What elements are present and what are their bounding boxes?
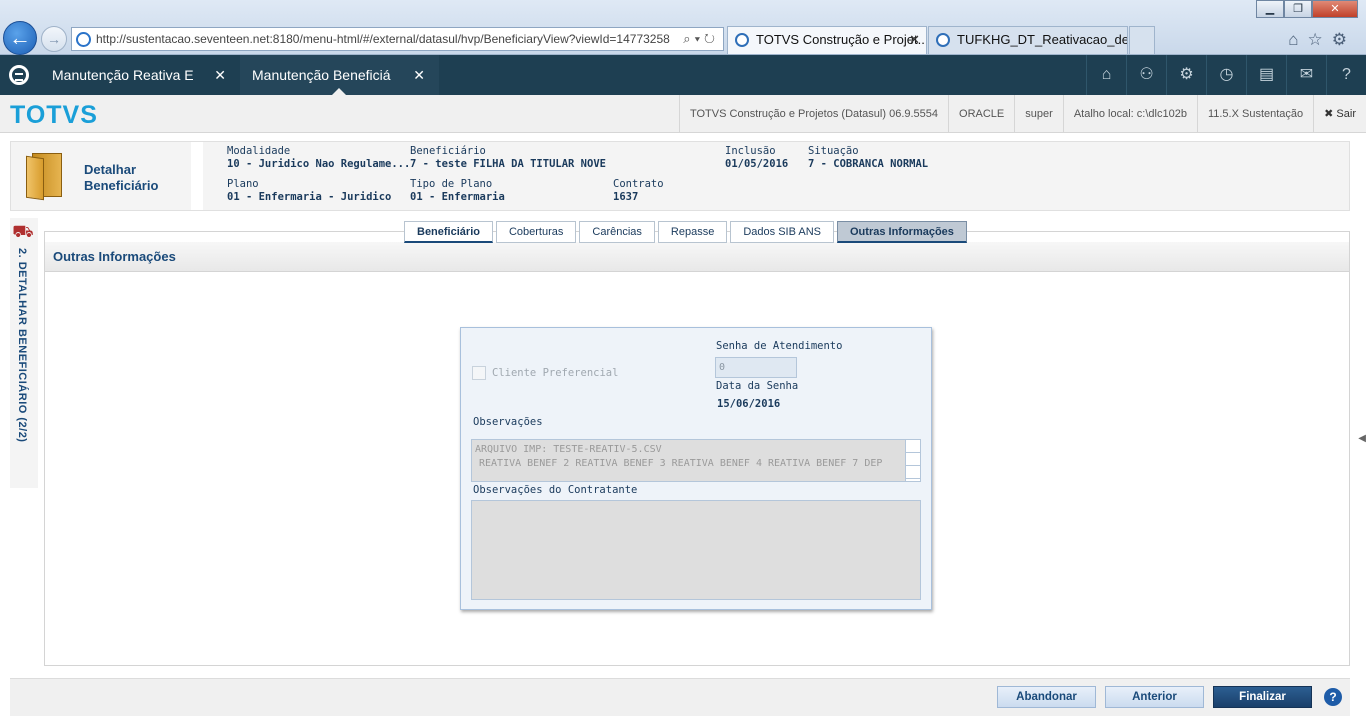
forward-button[interactable]: → — [41, 26, 67, 52]
expand-right-icon[interactable]: ◀ — [1358, 433, 1366, 444]
help-icon[interactable]: ? — [1326, 55, 1366, 95]
app-topbar: Manutenção Reativa E ✕ Manutenção Benefi… — [0, 55, 1366, 95]
browser-tab-label: TUFKHG_DT_Reativacao_de_C... — [957, 32, 1127, 47]
cliente-preferencial-checkbox[interactable] — [472, 366, 486, 380]
header-divider — [191, 142, 203, 210]
senha-label: Senha de Atendimento — [716, 340, 843, 352]
step-label: 2. DETALHAR BENEFICIÁRIO (2/2) — [16, 248, 28, 443]
contrato-field: Contrato 1637 — [613, 178, 664, 203]
browser-tab-label: TOTVS Construção e Projet... — [756, 32, 927, 47]
tipo-plano-field: Tipo de Plano 01 - Enfermaria — [410, 178, 505, 203]
page-title: Detalhar Beneficiário — [84, 162, 159, 193]
ie-page-icon — [76, 32, 91, 47]
inclusao-field: Inclusão 01/05/2016 — [725, 145, 789, 170]
totvs-favicon-icon — [936, 33, 950, 47]
cliente-preferencial-label: Cliente Preferencial — [492, 367, 619, 379]
tab-dados-sib-ans[interactable]: Dados SIB ANS — [730, 221, 834, 243]
settings-icon[interactable]: ⚙ — [1166, 55, 1206, 95]
situacao-field: Situação 7 - COBRANCA NORMAL — [808, 145, 929, 170]
brand-bar: TOTVS TOTVS Construção e Projetos (Datas… — [0, 95, 1366, 133]
close-tab-icon[interactable]: ✕ — [909, 27, 920, 53]
close-icon[interactable]: ✕ — [214, 55, 226, 95]
plano-field: Plano 01 - Enfermaria - Juridico — [227, 178, 392, 203]
window-controls: ▁ ❐ ✕ — [1256, 0, 1358, 18]
company-info[interactable]: TOTVS Construção e Projetos (Datasul) 06… — [678, 95, 948, 133]
brand-logo: TOTVS — [10, 101, 98, 129]
outras-informacoes-form: Cliente Preferencial Senha de Atendiment… — [460, 327, 932, 610]
panel-header: Outras Informações — [45, 242, 1349, 272]
anterior-button[interactable]: Anterior — [1105, 686, 1204, 708]
exit-button[interactable]: ✖ Sair — [1313, 95, 1366, 133]
detail-tabs: Beneficiário Coberturas Carências Repass… — [404, 221, 970, 243]
data-senha-value: 15/06/2016 — [717, 398, 781, 410]
minimize-button[interactable]: ▁ — [1256, 0, 1284, 18]
senha-atendimento-field[interactable]: 0 — [715, 357, 797, 378]
finalizar-button[interactable]: Finalizar — [1213, 686, 1312, 708]
user-info[interactable]: super — [1014, 95, 1063, 133]
folder-icon — [26, 153, 70, 201]
tab-coberturas[interactable]: Coberturas — [495, 221, 577, 243]
observacoes-textarea[interactable]: ARQUIVO IMP: TESTE-REATIV-5.CSV REATIVA … — [471, 439, 921, 482]
abandonar-button[interactable]: Abandonar — [997, 686, 1096, 708]
observacoes-label: Observações — [473, 416, 543, 428]
browser-tab-tufkhg[interactable]: TUFKHG_DT_Reativacao_de_C... — [928, 26, 1128, 54]
version-info: 11.5.X Sustentação — [1196, 95, 1313, 133]
app-tab-label: Manutenção Beneficiá — [252, 67, 391, 83]
totvs-logo-icon[interactable] — [9, 65, 29, 85]
app-tab-beneficiario[interactable]: Manutenção Beneficiá ✕ — [240, 55, 439, 95]
beneficiario-field: Beneficiário 7 - teste FILHA DA TITULAR … — [410, 145, 606, 170]
help-icon[interactable]: ? — [1324, 688, 1342, 706]
obs-contratante-textarea[interactable] — [471, 500, 921, 600]
home-icon[interactable]: ⌂ — [1086, 55, 1126, 95]
browser-icons[interactable]: ⌂☆⚙ — [1288, 30, 1356, 50]
close-icon[interactable]: ✕ — [413, 55, 425, 95]
mail-icon[interactable]: ✉ — [1286, 55, 1326, 95]
session-info: TOTVS Construção e Projetos (Datasul) 06… — [678, 95, 1366, 133]
modalidade-field: Modalidade 10 - Juridico Nao Regulame... — [227, 145, 411, 170]
hierarchy-icon[interactable]: ⚇ — [1126, 55, 1166, 95]
back-button[interactable]: ← — [3, 21, 37, 55]
step-sidebar[interactable]: ⛟ 2. DETALHAR BENEFICIÁRIO (2/2) — [10, 218, 38, 488]
document-icon[interactable]: ▤ — [1246, 55, 1286, 95]
browser-tab-totvs[interactable]: TOTVS Construção e Projet... ✕ — [727, 26, 927, 54]
shortcut-info: Atalho local: c:\dlc102b — [1062, 95, 1197, 133]
beneficiary-header: Detalhar Beneficiário Modalidade 10 - Ju… — [10, 141, 1350, 211]
address-tools[interactable]: ⌕▾↻ — [683, 28, 719, 50]
panel-title: Outras Informações — [53, 249, 176, 264]
app-tab-label: Manutenção Reativa E — [52, 67, 194, 83]
footer-actions: Abandonar Anterior Finalizar ? — [10, 678, 1350, 716]
tab-outras-informacoes[interactable]: Outras Informações — [837, 221, 967, 243]
tab-carencias[interactable]: Carências — [579, 221, 655, 243]
step-toggle-icon[interactable]: ⛟ — [12, 222, 34, 242]
app-toolbar-icons: ⌂ ⚇ ⚙ ◷ ▤ ✉ ? — [1086, 55, 1366, 95]
observacoes-scrollbar[interactable] — [905, 440, 920, 481]
tab-beneficiario[interactable]: Beneficiário — [404, 221, 493, 243]
clock-icon[interactable]: ◷ — [1206, 55, 1246, 95]
database-info: ORACLE — [948, 95, 1014, 133]
totvs-favicon-icon — [735, 33, 749, 47]
browser-toolbar: ← → http://sustentacao.seventeen.net:818… — [0, 0, 1366, 55]
obs-contratante-label: Observações do Contratante — [473, 484, 638, 496]
address-bar[interactable]: http://sustentacao.seventeen.net:8180/me… — [71, 27, 724, 51]
new-tab-button[interactable] — [1129, 26, 1155, 54]
close-window-button[interactable]: ✕ — [1312, 0, 1358, 18]
tab-repasse[interactable]: Repasse — [657, 221, 728, 243]
maximize-button[interactable]: ❐ — [1284, 0, 1312, 18]
url-text: http://sustentacao.seventeen.net:8180/me… — [96, 32, 670, 46]
app-tab-reativa[interactable]: Manutenção Reativa E ✕ — [40, 55, 240, 95]
data-senha-label: Data da Senha — [716, 380, 799, 392]
